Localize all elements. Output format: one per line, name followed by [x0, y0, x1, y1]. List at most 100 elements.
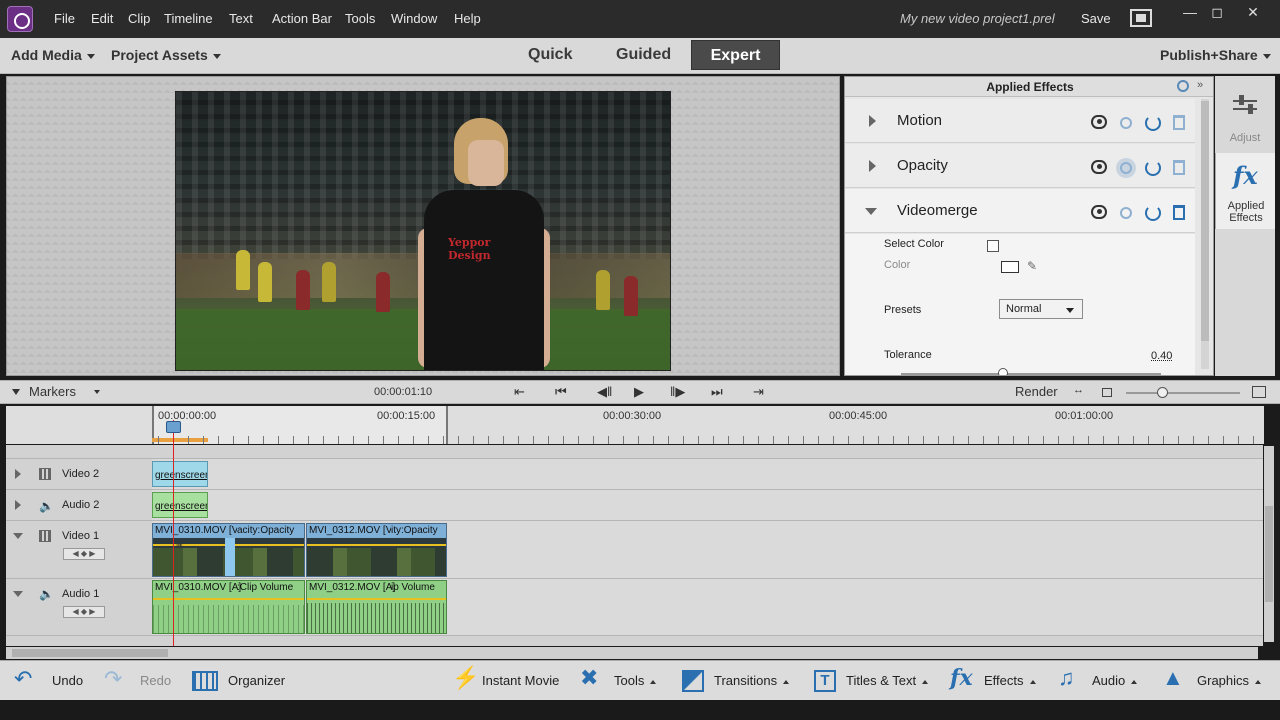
- clip-mvi0312-video[interactable]: MVI_0312.MOV [V] ity:Opacity: [306, 523, 447, 577]
- presets-dropdown[interactable]: Normal: [999, 299, 1083, 319]
- collapse-triangle-icon[interactable]: [865, 208, 877, 215]
- menu-file[interactable]: File: [54, 11, 75, 26]
- instant-movie-button[interactable]: ⚡ Instant Movie: [452, 661, 566, 701]
- markers-caret-icon[interactable]: [12, 389, 20, 395]
- publish-share-button[interactable]: Publish+Share: [1160, 47, 1271, 63]
- fit-timeline-icon[interactable]: ↔: [1073, 384, 1084, 396]
- undo-button[interactable]: ↶ Undo: [14, 661, 94, 701]
- clip-greenscreen-video[interactable]: greenscreen: [152, 461, 208, 487]
- eye-icon[interactable]: [1091, 160, 1107, 174]
- menu-clip[interactable]: Clip: [128, 11, 150, 26]
- effect-row-motion[interactable]: Motion: [845, 99, 1195, 143]
- tab-guided[interactable]: Guided: [616, 46, 671, 64]
- step-forward-icon[interactable]: ‖▶: [670, 384, 685, 400]
- expand-triangle-icon[interactable]: [15, 469, 21, 479]
- scrollbar-thumb[interactable]: [1201, 101, 1209, 341]
- video-preview[interactable]: Yeppor Design: [175, 91, 671, 371]
- timecode-display[interactable]: 00:00:01:10: [374, 386, 432, 398]
- panel-menu-icon[interactable]: »: [1197, 79, 1203, 91]
- collapse-triangle-icon[interactable]: [13, 533, 23, 539]
- playhead-line[interactable]: [173, 420, 174, 646]
- reset-icon[interactable]: [1145, 160, 1161, 176]
- minimize-icon[interactable]: —: [1180, 4, 1200, 20]
- clip-mvi0310-video[interactable]: MVI_0310.MOV [V] acity:Opacity ✂: [152, 523, 305, 577]
- fullscreen-icon[interactable]: [1130, 9, 1152, 27]
- expand-triangle-icon[interactable]: [869, 160, 876, 172]
- track-header-audio1[interactable]: 🔈 Audio 1 ◀ ◆ ▶: [6, 579, 152, 636]
- titles-text-button[interactable]: T Titles & Text: [814, 661, 938, 701]
- stopwatch-icon[interactable]: [1120, 162, 1132, 174]
- opacity-line[interactable]: [307, 544, 446, 546]
- tab-quick[interactable]: Quick: [528, 46, 572, 64]
- save-button[interactable]: Save: [1081, 11, 1111, 26]
- timeline-ruler[interactable]: 00:00:00:00 00:00:15:00 00:00:30:00 00:0…: [152, 406, 1264, 444]
- go-to-in-icon[interactable]: ⇤: [514, 384, 525, 400]
- effect-row-videomerge[interactable]: Videomerge: [845, 189, 1195, 233]
- playhead-handle[interactable]: [166, 421, 181, 433]
- reset-icon[interactable]: [1145, 115, 1161, 131]
- scrollbar-thumb[interactable]: [1265, 506, 1273, 602]
- tab-adjust[interactable]: Adjust: [1215, 76, 1275, 152]
- audio-button[interactable]: ♫ Audio: [1058, 661, 1148, 701]
- close-icon[interactable]: ✕: [1243, 4, 1263, 20]
- timeline-horizontal-scrollbar[interactable]: [6, 647, 1258, 659]
- stopwatch-icon[interactable]: [1120, 207, 1132, 219]
- tools-button[interactable]: ✖ Tools: [580, 661, 664, 701]
- clip-greenscreen-audio[interactable]: greenscreen: [152, 492, 208, 518]
- menu-tools[interactable]: Tools: [345, 11, 375, 26]
- track-video1[interactable]: MVI_0310.MOV [V] acity:Opacity ✂ MVI_031…: [152, 521, 1263, 579]
- tolerance-value[interactable]: 0.40: [1151, 350, 1172, 362]
- add-media-button[interactable]: Add Media: [11, 47, 95, 63]
- markers-dropdown[interactable]: Markers: [29, 384, 76, 399]
- menu-text[interactable]: Text: [229, 11, 253, 26]
- go-to-out-icon[interactable]: ⇥: [753, 384, 764, 400]
- menu-help[interactable]: Help: [454, 11, 481, 26]
- play-icon[interactable]: ▶: [634, 384, 644, 400]
- zoom-slider-handle[interactable]: [1157, 387, 1168, 398]
- eye-icon[interactable]: [1091, 115, 1107, 129]
- redo-button[interactable]: ↷ Redo: [104, 661, 176, 701]
- menu-edit[interactable]: Edit: [91, 11, 113, 26]
- zoom-in-icon[interactable]: [1252, 386, 1266, 398]
- skip-back-icon[interactable]: ⏮: [555, 384, 567, 400]
- project-assets-button[interactable]: Project Assets: [111, 47, 221, 63]
- tolerance-slider[interactable]: [901, 373, 1161, 375]
- scrollbar-thumb[interactable]: [12, 649, 168, 657]
- select-color-checkbox[interactable]: [987, 240, 999, 252]
- effects-button[interactable]: fx Effects: [950, 661, 1044, 701]
- graphics-button[interactable]: ▲ Graphics: [1162, 661, 1274, 701]
- volume-line[interactable]: [153, 598, 304, 600]
- maximize-icon[interactable]: ◻: [1207, 4, 1227, 20]
- track-header-video1[interactable]: Video 1 ◀ ◆ ▶: [6, 521, 152, 579]
- track-audio2[interactable]: greenscreen: [152, 490, 1263, 521]
- organizer-button[interactable]: Organizer: [192, 661, 292, 701]
- trash-icon[interactable]: [1173, 205, 1185, 220]
- trash-icon[interactable]: [1173, 160, 1185, 175]
- eyedropper-icon[interactable]: ✎: [1027, 259, 1037, 273]
- keyframe-nav-control[interactable]: ◀ ◆ ▶: [63, 606, 105, 618]
- zoom-slider[interactable]: [1126, 392, 1240, 394]
- keyframe-toggle-icon[interactable]: [1177, 80, 1189, 92]
- zoom-out-icon[interactable]: [1102, 388, 1112, 397]
- timeline-vertical-scrollbar[interactable]: [1264, 446, 1274, 642]
- track-header-video2[interactable]: Video 2: [6, 459, 152, 490]
- track-header-audio2[interactable]: 🔈 Audio 2: [6, 490, 152, 521]
- expand-triangle-icon[interactable]: [869, 115, 876, 127]
- color-swatch[interactable]: [1001, 261, 1019, 273]
- render-button[interactable]: Render: [1015, 384, 1058, 399]
- effects-scrollbar[interactable]: [1201, 99, 1209, 369]
- tab-expert[interactable]: Expert: [691, 40, 780, 70]
- clip-mvi0312-audio[interactable]: MVI_0312.MOV [A] ip Volume: [306, 580, 447, 634]
- collapse-triangle-icon[interactable]: [13, 591, 23, 597]
- effect-row-opacity[interactable]: Opacity: [845, 144, 1195, 188]
- step-back-icon[interactable]: ◀‖: [597, 384, 612, 400]
- trash-icon[interactable]: [1173, 115, 1185, 130]
- track-video2[interactable]: greenscreen: [152, 459, 1263, 490]
- transitions-button[interactable]: Transitions: [682, 661, 798, 701]
- expand-triangle-icon[interactable]: [15, 500, 21, 510]
- tab-applied-effects[interactable]: fx Applied Effects: [1215, 153, 1275, 229]
- menu-window[interactable]: Window: [391, 11, 437, 26]
- eye-icon[interactable]: [1091, 205, 1107, 219]
- volume-line[interactable]: [307, 598, 446, 600]
- keyframe-nav-control[interactable]: ◀ ◆ ▶: [63, 548, 105, 560]
